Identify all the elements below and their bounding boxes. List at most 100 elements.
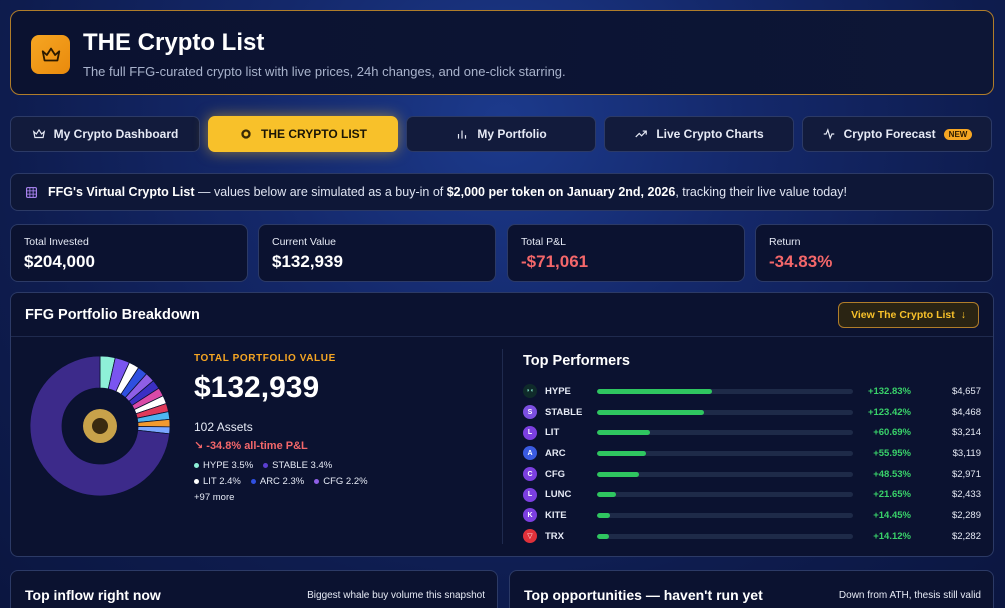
stat-label: Total P&L <box>521 236 566 248</box>
trend-up-icon <box>634 127 648 141</box>
donut-legend: HYPE 3.5% STABLE 3.4% LIT 2.4% ARC 2.3% … <box>194 457 414 505</box>
tab-label: Live Crypto Charts <box>656 127 764 141</box>
performer-bar-track <box>597 450 853 456</box>
legend-item: STABLE 3.4% <box>263 460 332 471</box>
legend-more[interactable]: +97 more <box>194 492 234 503</box>
performer-change: +14.12% <box>873 530 911 542</box>
performer-value: $2,282 <box>951 530 981 542</box>
performer-bar-fill <box>597 409 705 415</box>
breakdown-header: FFG Portfolio Breakdown View The Crypto … <box>11 293 993 337</box>
performer-symbol: TRX <box>545 530 564 542</box>
divider <box>502 349 503 544</box>
performer-bar-fill <box>597 512 610 518</box>
ffg-coin-icon <box>239 127 253 141</box>
performer-bar-track <box>597 492 853 498</box>
performer-bar-track <box>597 388 853 394</box>
performer-bar-fill <box>597 471 640 477</box>
tab-label: My Crypto Dashboard <box>53 127 179 141</box>
performer-value: $2,289 <box>951 509 981 521</box>
notice-text-2: , tracking their live value today! <box>675 185 847 199</box>
performer-symbol: LUNC <box>545 489 572 501</box>
pulse-icon <box>822 127 836 141</box>
legend-item: HYPE 3.5% <box>194 460 253 471</box>
portfolio-breakdown-card: FFG Portfolio Breakdown View The Crypto … <box>10 292 994 557</box>
stat-total-pnl: Total P&L -$71,061 <box>507 224 745 282</box>
performer-change: +123.42% <box>867 406 911 418</box>
stat-current-value: Current Value $132,939 <box>258 224 496 282</box>
arrow-down-icon: ↓ <box>960 309 966 321</box>
stat-value: -34.83% <box>769 252 833 271</box>
stat-label: Return <box>769 236 801 248</box>
notice-amount: $2,000 per token on January 2nd, 2026 <box>446 185 676 199</box>
performer-change: +132.83% <box>867 385 911 397</box>
top-opportunities-card: Top opportunities — haven't run yet Down… <box>509 570 994 608</box>
stat-value: -$71,061 <box>521 252 589 271</box>
performer-value: $2,971 <box>951 468 981 480</box>
asset-count: 102 Assets <box>194 420 253 434</box>
performer-row[interactable]: S STABLE +123.42% $4,468 <box>523 402 983 423</box>
lit-icon: L <box>523 425 537 440</box>
stat-value: $204,000 <box>24 252 95 271</box>
performer-bar-fill <box>597 492 616 498</box>
performer-row[interactable]: ▽ TRX +14.12% $2,282 <box>523 526 983 547</box>
lunc-icon: L <box>523 487 537 502</box>
top-opportunities-title: Top opportunities — haven't run yet <box>524 587 763 603</box>
stat-value: $132,939 <box>272 252 343 271</box>
performer-symbol: ARC <box>545 447 566 459</box>
performer-bar-fill <box>597 430 650 436</box>
view-crypto-list-button[interactable]: View The Crypto List ↓ <box>838 302 979 328</box>
trx-icon: ▽ <box>523 529 537 544</box>
tab-label: THE CRYPTO LIST <box>260 127 367 141</box>
performer-bar-track <box>597 409 853 415</box>
performer-bar-track <box>597 533 853 539</box>
simulation-notice: FFG's Virtual Crypto List — values below… <box>10 173 994 211</box>
performer-row[interactable]: ◗◖ HYPE +132.83% $4,657 <box>523 381 983 402</box>
stat-label: Current Value <box>272 236 337 248</box>
top-inflow-card: Top inflow right now Biggest whale buy v… <box>10 570 498 608</box>
performer-bar-track <box>597 430 853 436</box>
performer-row[interactable]: K KITE +14.45% $2,289 <box>523 505 983 526</box>
performer-change: +60.69% <box>873 427 911 439</box>
performer-row[interactable]: L LUNC +21.65% $2,433 <box>523 484 983 505</box>
trend-down-icon: ↘ <box>194 440 204 452</box>
tab-the-crypto-list[interactable]: THE CRYPTO LIST <box>208 116 398 152</box>
total-portfolio-label: TOTAL PORTFOLIO VALUE <box>194 353 336 364</box>
performer-row[interactable]: C CFG +48.53% $2,971 <box>523 464 983 485</box>
tab-label: Crypto Forecast <box>843 127 936 141</box>
performer-row[interactable]: L LIT +60.69% $3,214 <box>523 422 983 443</box>
performer-bar-fill <box>597 450 646 456</box>
notice-text-1: — values below are simulated as a buy-in… <box>194 185 447 199</box>
crown-icon <box>31 35 70 74</box>
top-performers-list: ◗◖ HYPE +132.83% $4,657 S STABLE +123.42% $4,46… <box>523 381 983 547</box>
nav-tabs: My Crypto Dashboard THE CRYPTO LIST My P… <box>10 116 994 152</box>
stat-return: Return -34.83% <box>755 224 993 282</box>
all-time-pnl: ↘ -34.8% all-time P&L <box>194 439 308 452</box>
performer-value: $2,433 <box>951 489 981 501</box>
performer-value: $3,119 <box>952 447 981 459</box>
ffg-logo-inner <box>92 418 108 434</box>
performer-symbol: KITE <box>545 509 567 521</box>
portfolio-donut-chart <box>29 355 171 497</box>
performer-value: $4,468 <box>951 406 981 418</box>
tab-my-portfolio[interactable]: My Portfolio <box>406 116 596 152</box>
stat-total-invested: Total Invested $204,000 <box>10 224 248 282</box>
breakdown-title: FFG Portfolio Breakdown <box>25 307 200 323</box>
new-badge: NEW <box>943 128 973 140</box>
legend-item: ARC 2.3% <box>250 476 304 487</box>
cfg-icon: C <box>523 467 537 482</box>
top-performers-title: Top Performers <box>523 353 630 369</box>
tab-crypto-forecast[interactable]: Crypto Forecast NEW <box>802 116 992 152</box>
tab-my-crypto-dashboard[interactable]: My Crypto Dashboard <box>10 116 200 152</box>
legend-item: LIT 2.4% <box>194 476 241 487</box>
top-inflow-subtitle: Biggest whale buy volume this snapshot <box>307 590 485 601</box>
tab-live-crypto-charts[interactable]: Live Crypto Charts <box>604 116 794 152</box>
page-subtitle: The full FFG-curated crypto list with li… <box>83 64 566 79</box>
calendar-grid-icon <box>25 186 38 199</box>
kite-icon: K <box>523 508 537 523</box>
bar-chart-icon <box>455 127 469 141</box>
performer-row[interactable]: A ARC +55.95% $3,119 <box>523 443 983 464</box>
crown-icon <box>32 127 46 141</box>
performer-bar-fill <box>597 388 713 394</box>
top-inflow-title: Top inflow right now <box>25 587 161 603</box>
page-title: THE Crypto List <box>83 29 265 56</box>
